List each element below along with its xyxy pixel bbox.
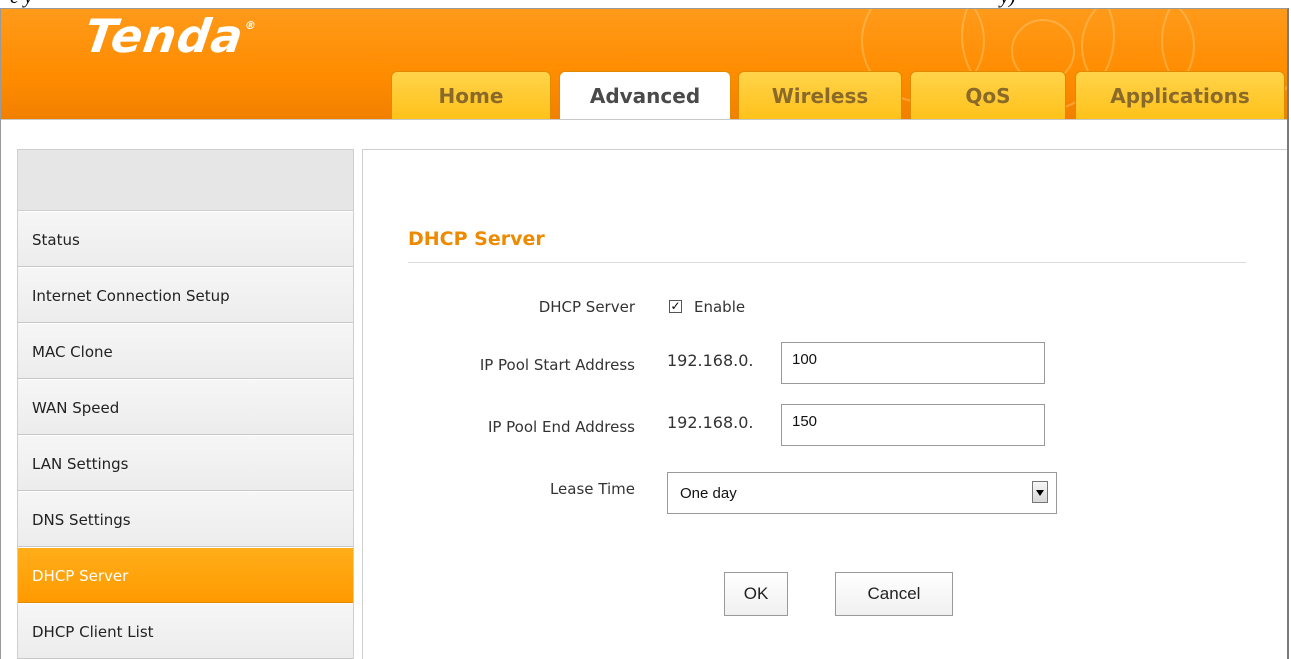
sidebar: Status Internet Connection Setup MAC Clo… [17, 149, 354, 659]
dhcp-enable-checkbox[interactable]: ✓ [669, 300, 682, 313]
lease-time-select[interactable]: One day [667, 472, 1057, 514]
tab-wireless[interactable]: Wireless [738, 71, 902, 119]
caption-fragment: c y [10, 0, 33, 8]
sidebar-header-block [18, 150, 353, 211]
sidebar-item-dns-settings[interactable]: DNS Settings [18, 491, 353, 547]
tab-applications[interactable]: Applications [1075, 71, 1285, 119]
cancel-button[interactable]: Cancel [835, 572, 953, 616]
ip-pool-start-prefix: 192.168.0. [667, 351, 754, 370]
tab-home[interactable]: Home [391, 71, 551, 119]
ip-pool-end-prefix: 192.168.0. [667, 413, 754, 432]
header-gap [1, 119, 1287, 150]
chevron-down-icon[interactable] [1032, 481, 1048, 503]
tab-qos[interactable]: QoS [910, 71, 1066, 119]
tenda-logo: Tenda® [81, 9, 259, 63]
lease-time-label: Lease Time [549, 480, 635, 498]
sidebar-item-lan-settings[interactable]: LAN Settings [18, 435, 353, 491]
sidebar-item-mac-clone[interactable]: MAC Clone [18, 323, 353, 379]
sidebar-item-dhcp-client-list[interactable]: DHCP Client List [18, 603, 353, 659]
lease-time-value: One day [680, 485, 737, 502]
ok-button[interactable]: OK [724, 572, 788, 616]
router-admin-window: Tenda® Home Advanced Wireless QoS Applic… [0, 8, 1289, 659]
header-bar: Tenda® Home Advanced Wireless QoS Applic… [1, 9, 1287, 119]
caption-fragment-tail: y) [1000, 0, 1016, 8]
main-tabs: Home Advanced Wireless QoS Applications [1, 71, 1287, 119]
section-divider [408, 262, 1246, 263]
logo-text: Tenda [81, 9, 248, 63]
sidebar-item-internet-connection-setup[interactable]: Internet Connection Setup [18, 267, 353, 323]
ip-pool-end-label: IP Pool End Address [487, 418, 635, 436]
cropped-caption: c y y) [0, 0, 1291, 8]
sidebar-item-dhcp-server[interactable]: DHCP Server [18, 547, 353, 603]
ip-pool-start-input[interactable]: 100 [781, 342, 1045, 384]
sidebar-item-wan-speed[interactable]: WAN Speed [18, 379, 353, 435]
sidebar-item-status[interactable]: Status [18, 211, 353, 267]
dhcp-server-label: DHCP Server [538, 298, 635, 316]
ip-pool-end-input[interactable]: 150 [781, 404, 1045, 446]
content-panel: DHCP Server DHCP Server ✓ Enable IP Pool… [362, 149, 1287, 659]
ip-pool-start-label: IP Pool Start Address [479, 356, 635, 374]
enable-label: Enable [694, 298, 746, 316]
registered-mark: ® [243, 19, 258, 32]
section-title: DHCP Server [408, 228, 545, 250]
tab-advanced[interactable]: Advanced [559, 71, 731, 119]
